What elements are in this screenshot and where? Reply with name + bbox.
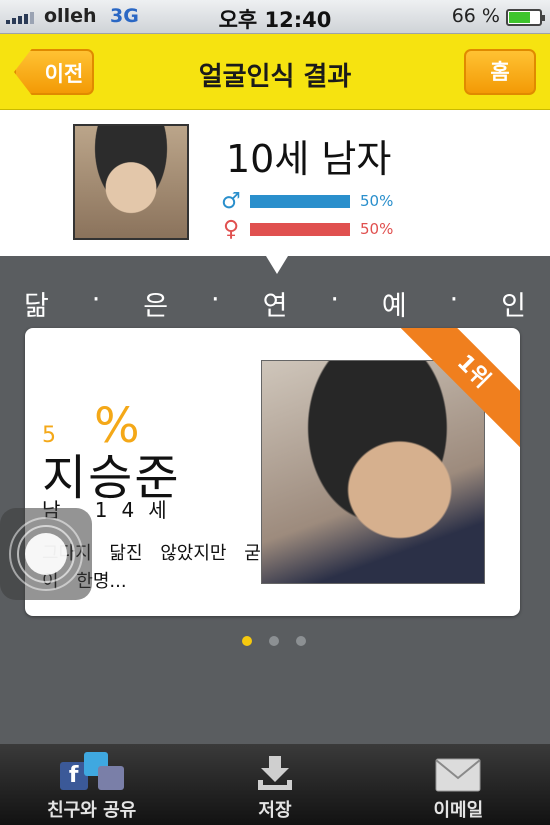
share-icon: f	[59, 752, 124, 794]
status-bar: olleh 3G 오후 12:40 66 %	[0, 0, 550, 34]
tab-bar: f 친구와 공유 저장 이메일	[0, 744, 550, 825]
heading-char: 닮	[24, 291, 49, 322]
page-dot[interactable]	[269, 636, 279, 646]
heading-char: 연	[262, 291, 288, 322]
heading-dot: ·	[91, 284, 101, 315]
age-gender-estimate: 10세 남자	[226, 137, 392, 181]
heading-dot: ·	[211, 284, 220, 315]
user-face-photo	[73, 124, 189, 240]
male-probability-bar	[250, 194, 350, 208]
female-icon: ♀	[222, 216, 240, 242]
heading-char: 예	[381, 291, 407, 322]
tab-email[interactable]: 이메일	[367, 744, 550, 825]
heading-char: 인	[501, 291, 526, 322]
celebrity-photo	[261, 360, 485, 584]
heading-dot: ·	[449, 284, 459, 315]
heading-char: 은	[143, 291, 169, 322]
tab-share[interactable]: f 친구와 공유	[0, 744, 183, 825]
heading-dot: ·	[330, 284, 339, 315]
home-button[interactable]: 홈	[464, 49, 536, 95]
nav-bar: 이전 얼굴인식 결과 홈	[0, 34, 550, 110]
mail-icon	[435, 758, 481, 792]
battery-percent: 66 %	[451, 5, 500, 27]
male-percent: 50%	[360, 192, 394, 210]
tab-save[interactable]: 저장	[183, 744, 366, 825]
male-probability-row: ♂ 50%	[220, 188, 394, 214]
male-icon: ♂	[221, 188, 241, 214]
tab-email-label: 이메일	[433, 800, 484, 821]
female-probability-bar	[250, 222, 350, 236]
celebrity-match-card[interactable]: 5 % 지승준 남 14세 그다지 닮진 않았지만 굳이 한명... 1위	[25, 328, 520, 616]
panel-pointer	[266, 256, 288, 274]
page-indicator[interactable]	[242, 636, 306, 646]
assistive-touch-button[interactable]	[0, 508, 92, 600]
home-button-label: 홈	[490, 60, 510, 84]
lookalike-heading: 닮 · 은 · 연 · 예 · 인	[0, 284, 550, 323]
female-percent: 50%	[360, 220, 394, 238]
download-icon	[255, 754, 295, 794]
face-result-panel: 10세 남자 ♂ 50% ♀ 50%	[0, 110, 550, 256]
page-dot[interactable]	[242, 636, 252, 646]
page-dot[interactable]	[296, 636, 306, 646]
female-probability-row: ♀ 50%	[220, 216, 394, 242]
tab-share-label: 친구와 공유	[47, 800, 137, 821]
battery-icon	[506, 9, 545, 26]
tab-save-label: 저장	[258, 800, 292, 821]
